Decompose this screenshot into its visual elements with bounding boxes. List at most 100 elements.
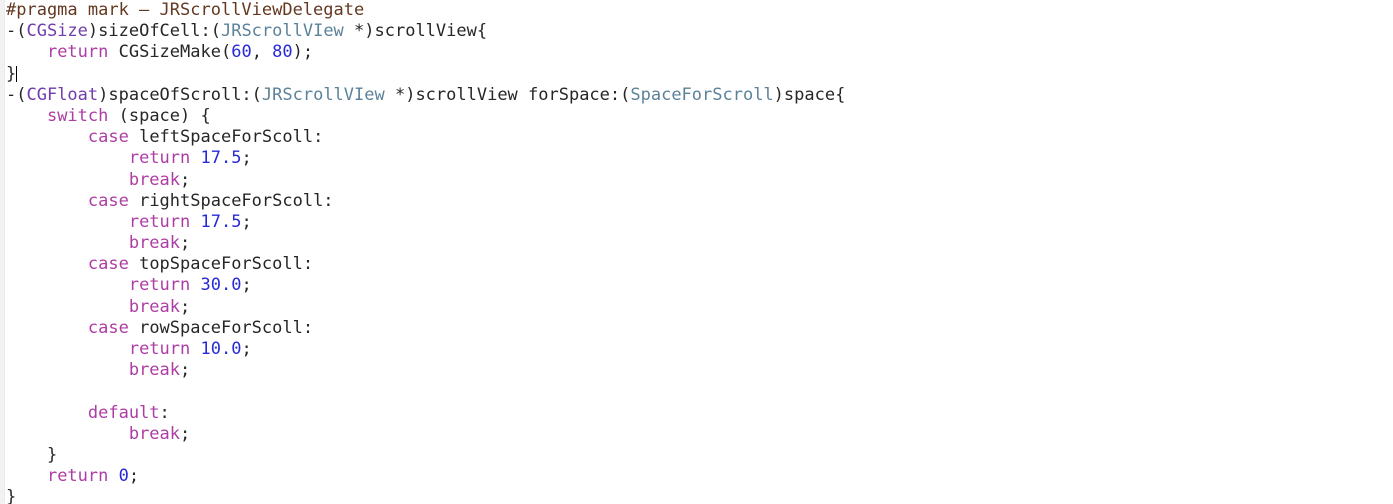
- code-token: #pragma mark — JRScrollViewDelegate: [6, 0, 365, 20]
- code-token: ;: [241, 275, 252, 296]
- code-token: return: [128, 148, 191, 169]
- code-token: return: [46, 42, 109, 63]
- code-line[interactable]: return 0;: [0, 466, 1393, 487]
- code-line[interactable]: return 10.0;: [0, 339, 1393, 360]
- code-token: break: [128, 423, 181, 444]
- code-token: case: [87, 127, 129, 148]
- code-line[interactable]: break;: [0, 233, 1393, 254]
- code-token: case: [87, 317, 129, 338]
- code-token: ;: [180, 169, 191, 190]
- code-line[interactable]: case rightSpaceForScoll:: [0, 191, 1393, 212]
- code-token: rightSpaceForScoll:: [128, 190, 334, 211]
- code-token: JRScrollVIew: [261, 84, 385, 105]
- code-token: 30.0: [200, 275, 242, 296]
- code-line[interactable]: -(CGSize)sizeOfCell:(JRScrollVIew *)scro…: [0, 21, 1393, 42]
- code-token: ;: [241, 148, 252, 169]
- code-editor-window[interactable]: #pragma mark — JRScrollViewDelegate -(CGS…: [0, 0, 1393, 504]
- code-line[interactable]: break;: [0, 360, 1393, 381]
- code-token: :: [159, 402, 170, 423]
- code-line[interactable]: case topSpaceForScoll:: [0, 254, 1393, 275]
- code-token: 10.0: [200, 339, 242, 359]
- code-token: break: [128, 360, 181, 381]
- code-token: 0: [118, 466, 129, 487]
- code-token: )space{: [773, 84, 846, 105]
- code-token: 60: [231, 42, 252, 63]
- code-token: }: [6, 487, 17, 504]
- code-line[interactable]: default:: [0, 403, 1393, 424]
- code-token: break: [128, 296, 181, 317]
- code-token: ;: [241, 339, 252, 359]
- code-line[interactable]: break;: [0, 424, 1393, 445]
- code-token: rowSpaceForScoll:: [128, 317, 314, 338]
- code-line[interactable]: return 17.5;: [0, 148, 1393, 169]
- code-token: 17.5: [200, 148, 242, 169]
- code-line[interactable]: break;: [0, 170, 1393, 191]
- code-token: ;: [180, 233, 191, 254]
- code-line[interactable]: case rowSpaceForScoll:: [0, 318, 1393, 339]
- code-token: *)scrollView forSpace:(: [384, 84, 631, 105]
- code-token: JRScrollVIew: [220, 21, 344, 42]
- code-line[interactable]: }: [0, 64, 1393, 85]
- code-token: default: [87, 402, 160, 423]
- code-token: (space) {: [108, 105, 211, 126]
- code-text-area[interactable]: #pragma mark — JRScrollViewDelegate -(CGS…: [0, 0, 1393, 504]
- code-line[interactable]: }: [0, 445, 1393, 466]
- code-line[interactable]: #pragma mark — JRScrollViewDelegate: [0, 0, 1393, 21]
- code-token: return: [128, 339, 191, 359]
- code-token: -(: [6, 84, 27, 105]
- code-token: 17.5: [200, 211, 242, 232]
- code-token: return: [46, 466, 109, 487]
- code-line[interactable]: }: [0, 487, 1393, 504]
- code-token: 80: [272, 42, 293, 63]
- code-line[interactable]: break;: [0, 297, 1393, 318]
- code-token: }: [6, 444, 58, 465]
- code-token: )spaceOfScroll:(: [98, 84, 262, 105]
- code-token: ;: [180, 296, 191, 317]
- code-token: topSpaceForScoll:: [128, 254, 314, 275]
- code-token: CGSize: [26, 21, 88, 42]
- code-token: ;: [180, 423, 191, 444]
- code-token: }: [6, 63, 17, 84]
- code-token: ,: [251, 42, 273, 63]
- code-line[interactable]: -(CGFloat)spaceOfScroll:(JRScrollVIew *)…: [0, 85, 1393, 106]
- code-token: SpaceForScroll: [630, 84, 774, 105]
- code-token: return: [128, 275, 191, 296]
- code-token: break: [128, 233, 181, 254]
- code-token: return: [128, 211, 191, 232]
- code-line[interactable]: switch (space) {: [0, 106, 1393, 127]
- code-line[interactable]: return CGSizeMake(60, 80);: [0, 42, 1393, 63]
- code-token: leftSpaceForScoll:: [128, 127, 324, 148]
- code-line[interactable]: case leftSpaceForScoll:: [0, 127, 1393, 148]
- code-token: CGSizeMake(: [108, 42, 232, 63]
- code-token: )sizeOfCell:(: [87, 21, 221, 42]
- code-line[interactable]: return 17.5;: [0, 212, 1393, 233]
- code-token: break: [128, 169, 181, 190]
- code-line[interactable]: return 30.0;: [0, 275, 1393, 296]
- code-token: case: [87, 254, 129, 275]
- code-token: ;: [241, 211, 252, 232]
- code-token: -(: [6, 21, 27, 42]
- code-line[interactable]: ​: [0, 381, 1393, 402]
- code-token: ;: [128, 466, 140, 487]
